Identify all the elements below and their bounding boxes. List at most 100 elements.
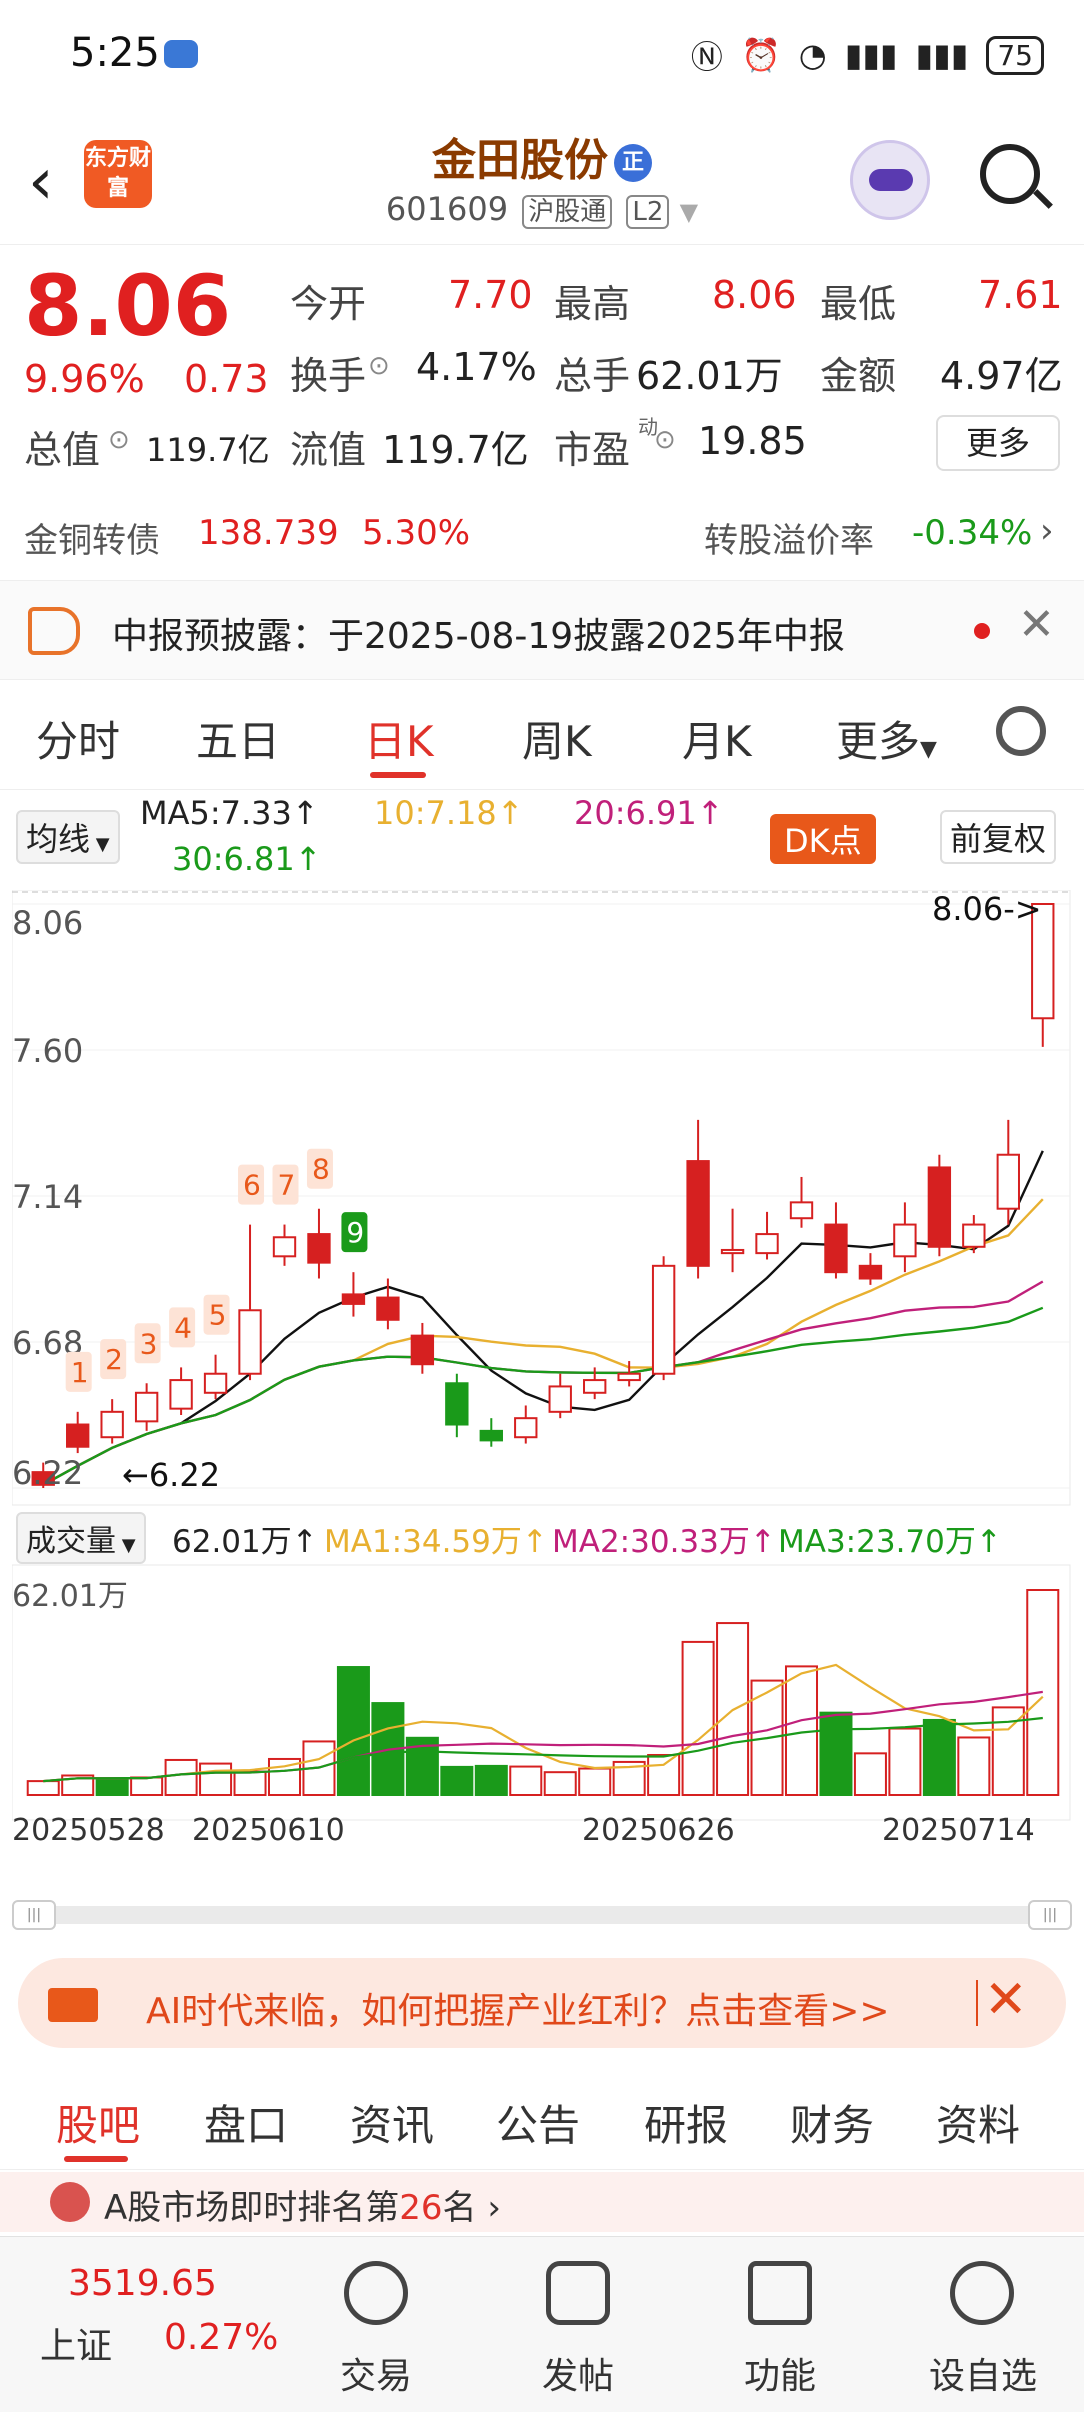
tab-daily-k[interactable]: 日K bbox=[364, 708, 434, 769]
volume-bar bbox=[95, 1777, 129, 1796]
nav-trade[interactable]: 交易 bbox=[316, 2347, 436, 2399]
x-tick-label: 20250714 bbox=[882, 1813, 1035, 1848]
volume-bar bbox=[647, 1753, 681, 1797]
close-icon[interactable]: ✕ bbox=[1018, 599, 1055, 650]
candle-body bbox=[789, 1201, 814, 1220]
level-tag: L2 bbox=[626, 195, 670, 229]
volume-selector-label: 成交量 bbox=[26, 1524, 116, 1559]
marker-3-label: 3 bbox=[140, 1327, 158, 1360]
tab-monthly-k[interactable]: 月K bbox=[682, 708, 752, 769]
zheng-badge: 正 bbox=[614, 144, 652, 182]
more-dots-icon[interactable] bbox=[950, 2261, 1014, 2325]
candle-body bbox=[272, 1236, 297, 1258]
bottom-navbar: 3519.65 上证 0.27% 交易 发帖 功能 设自选 bbox=[0, 2236, 1084, 2412]
tab-research[interactable]: 研报 bbox=[644, 2092, 728, 2153]
clock: 5:25 bbox=[70, 30, 160, 76]
y-tick-label: 7.60 bbox=[12, 1032, 83, 1070]
dk-point-button[interactable]: DK点 bbox=[770, 814, 876, 864]
tab-news[interactable]: 资讯 bbox=[350, 2092, 434, 2153]
signal-icon: ▮▮▮ bbox=[915, 36, 969, 74]
cb-name: 金铜转债 bbox=[24, 521, 160, 561]
ai-robot-icon[interactable] bbox=[850, 140, 930, 220]
candle bbox=[651, 1256, 676, 1381]
candle-body bbox=[651, 1264, 676, 1375]
candle-body bbox=[376, 1296, 400, 1321]
ad-banner[interactable]: AI时代来临，如何把握产业红利？点击查看>> ✕ bbox=[18, 1958, 1066, 2048]
ranking-suffix: 名 › bbox=[442, 2188, 501, 2228]
status-icons: Ⓝ ⏰ ◔ ▮▮▮ ▮▮▮ 75 bbox=[691, 32, 1044, 78]
tab-more[interactable]: 更多▼ bbox=[836, 708, 937, 769]
tab-weekly-k[interactable]: 周K bbox=[522, 708, 592, 769]
candle bbox=[996, 1119, 1020, 1225]
ma-selector-label: 均线 bbox=[26, 820, 91, 858]
tab-fenshi[interactable]: 分时 bbox=[36, 708, 120, 769]
index-name[interactable]: 上证 bbox=[40, 2317, 112, 2369]
candle bbox=[307, 1208, 331, 1279]
nav-post[interactable]: 发帖 bbox=[518, 2347, 638, 2399]
high-label: 最高 bbox=[554, 282, 631, 326]
nav-add-watchlist[interactable]: 设自选 bbox=[918, 2347, 1048, 2399]
grid-apps-icon[interactable] bbox=[748, 2261, 812, 2325]
chart-scrollbar[interactable]: ||| ||| bbox=[12, 1900, 1072, 1930]
active-tab-underline bbox=[64, 2156, 128, 2162]
more-button[interactable]: 更多 bbox=[936, 415, 1060, 471]
adjust-button[interactable]: 前复权 bbox=[940, 810, 1057, 864]
close-icon[interactable]: ✕ bbox=[984, 1970, 1028, 2030]
candle bbox=[789, 1176, 814, 1228]
tab-pankou[interactable]: 盘口 bbox=[204, 2092, 288, 2153]
ranking-text: A股市场即时排名第26名 › bbox=[104, 2180, 501, 2229]
volume-bar bbox=[474, 1764, 508, 1796]
candle-body bbox=[445, 1382, 469, 1426]
candle-body bbox=[66, 1423, 90, 1448]
kline-svg[interactable]: 8.067.607.146.686.22 8.06->←6.221 2 3 4 56 7 8… bbox=[11, 889, 1072, 1900]
edit-post-icon[interactable] bbox=[546, 2261, 610, 2325]
x-tick-label: 20250626 bbox=[582, 1813, 735, 1848]
vol-ma2: MA2:30.33万↑ bbox=[552, 1524, 776, 1560]
ma-selector[interactable]: 均线 ▼ bbox=[16, 810, 120, 864]
volume-bar bbox=[509, 1765, 543, 1796]
index-value[interactable]: 3519.65 bbox=[68, 2263, 217, 2304]
turnover-value: 4.17% bbox=[416, 345, 537, 389]
x-axis-labels: 20250528 20250610 20250626 20250714 bbox=[12, 1813, 1035, 1848]
convertible-bond-row[interactable]: 金铜转债 138.739 5.30% 转股溢价率 -0.34% › bbox=[0, 495, 1084, 570]
volume-bar bbox=[199, 1762, 233, 1796]
stock-header: ‹ 东方财富 金田股份正 601609 沪股通 L2 ▼ bbox=[0, 110, 1084, 245]
kline-chart[interactable]: 8.06 7.60 7.14 6.68 6.22 8.06-> ←6.22 1 2 3 4 5 6 7 8… bbox=[11, 889, 1072, 1930]
scroll-handle-left[interactable]: ||| bbox=[12, 1900, 56, 1930]
candle bbox=[858, 1253, 883, 1285]
scroll-handle-right[interactable]: ||| bbox=[1028, 1900, 1072, 1930]
tab-wuri[interactable]: 五日 bbox=[196, 708, 280, 769]
volume-bar bbox=[957, 1736, 991, 1796]
chevron-right-icon: › bbox=[1040, 511, 1054, 551]
search-icon[interactable] bbox=[980, 144, 1040, 204]
tab-profile[interactable]: 资料 bbox=[936, 2092, 1020, 2153]
candle bbox=[169, 1367, 193, 1415]
info-icon[interactable]: ⊙ bbox=[368, 351, 390, 381]
gear-icon[interactable] bbox=[996, 706, 1046, 756]
volume-selector[interactable]: 成交量 ▼ bbox=[16, 1512, 146, 1564]
x-tick-label: 20250610 bbox=[192, 1813, 345, 1848]
volume-bar bbox=[922, 1718, 956, 1796]
info-icon[interactable]: ⊙ bbox=[654, 425, 676, 455]
marker-4-label: 4 bbox=[174, 1311, 192, 1344]
ranking-number: 26 bbox=[399, 2188, 443, 2228]
float-label: 流值 bbox=[290, 428, 367, 472]
nav-functions[interactable]: 功能 bbox=[720, 2347, 840, 2399]
ranking-teaser[interactable]: A股市场即时排名第26名 › bbox=[0, 2172, 1084, 2232]
candle-body bbox=[238, 1309, 262, 1375]
index-pct[interactable]: 0.27% bbox=[164, 2317, 278, 2358]
trade-icon[interactable] bbox=[344, 2261, 408, 2325]
cb-price: 138.739 bbox=[198, 513, 339, 553]
price-area-frame bbox=[11, 889, 1071, 1506]
candle-body bbox=[134, 1391, 159, 1423]
candle-body bbox=[410, 1334, 435, 1366]
notice-bar[interactable]: 中报预披露：于2025-08-19披露2025年中报 ✕ bbox=[0, 580, 1084, 680]
tab-guba[interactable]: 股吧 bbox=[56, 2092, 140, 2153]
candle bbox=[376, 1278, 400, 1330]
info-icon[interactable]: ⊙ bbox=[108, 425, 130, 455]
tab-announcements[interactable]: 公告 bbox=[496, 2092, 580, 2153]
gamepad-icon bbox=[164, 40, 198, 68]
volume-max-label: 62.01万 bbox=[12, 1579, 128, 1614]
volume-bar bbox=[233, 1770, 267, 1796]
tab-finance[interactable]: 财务 bbox=[790, 2092, 874, 2153]
